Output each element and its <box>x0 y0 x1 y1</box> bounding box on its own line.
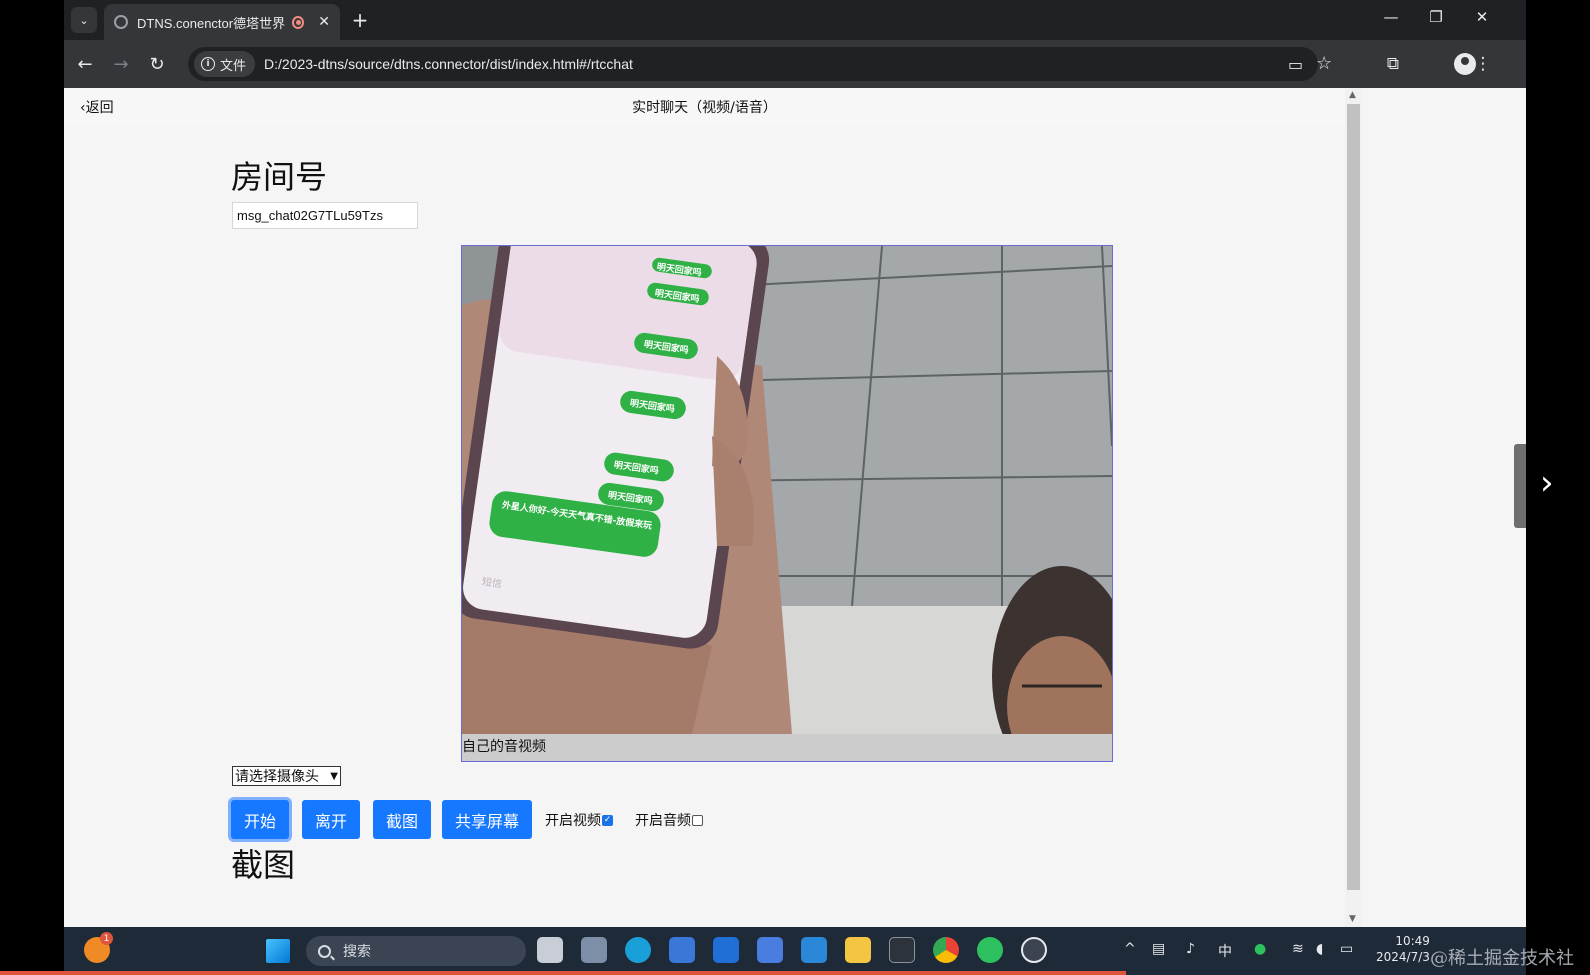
chrome-icon[interactable] <box>933 937 959 963</box>
bookmark-star-icon[interactable]: ☆ <box>1316 53 1332 74</box>
scroll-down-icon[interactable]: ▼ <box>1349 914 1356 924</box>
screenshot-heading: 截图 <box>231 846 296 884</box>
address-bar[interactable]: i 文件 D:/2023-dtns/source/dtns.connector/… <box>188 47 1332 81</box>
audio-checkbox[interactable] <box>692 814 703 826</box>
taskbar-clock[interactable]: 10:49 2024/7/3 <box>1376 933 1430 965</box>
wifi-icon[interactable]: ≋ <box>1292 941 1304 957</box>
info-icon: i <box>201 57 215 71</box>
side-panel-handle[interactable] <box>1514 444 1526 528</box>
menu-kebab-icon[interactable]: ⋮ <box>1470 51 1496 77</box>
site-info-chip[interactable]: i 文件 <box>194 51 256 77</box>
chevron-down-icon: ▼ <box>330 770 338 782</box>
tray-overflow-icon[interactable]: ^ <box>1124 941 1136 957</box>
extensions-icon[interactable]: ⧉ <box>1380 51 1406 77</box>
camera-select-value: 请选择摄像头 <box>235 769 319 785</box>
globe-icon <box>114 15 128 29</box>
forward-button[interactable]: → <box>108 51 134 77</box>
tab-active[interactable]: DTNS.conenctor德塔世界 ✕ <box>104 4 340 40</box>
audio-toggle-label: 开启音频 <box>635 813 691 829</box>
video-checkbox[interactable]: ✓ <box>602 814 613 826</box>
page-viewport: ‹返回 实时聊天（视频/语音） 房间号 msg_chat02G7TLu59Tzs… <box>64 88 1526 927</box>
notification-app-icon[interactable]: 1 <box>84 932 113 963</box>
recording-icon <box>291 15 305 29</box>
local-video-stream: 明天回家吗 明天回家吗 明天回家吗 明天回家吗 明天回家吗 明天回家吗 外星人你… <box>462 246 1112 734</box>
room-number-heading: 房间号 <box>231 158 328 196</box>
terminal-blue-icon[interactable] <box>669 937 695 963</box>
control-panel-icon[interactable] <box>581 937 607 963</box>
new-tab-button[interactable]: + <box>348 8 372 32</box>
volume-icon[interactable]: ◖ <box>1316 941 1323 957</box>
edge-browser-icon[interactable] <box>625 937 651 963</box>
taskbar-search-placeholder: 搜索 <box>343 944 371 960</box>
page-title: 实时聊天（视频/语音） <box>632 100 777 116</box>
notification-badge: 1 <box>100 932 113 945</box>
watermark-text: @稀土掘金技术社区 <box>1430 948 1574 975</box>
microphone-icon[interactable]: ♪ <box>1186 941 1195 957</box>
battery-icon[interactable]: ▭ <box>1340 941 1353 957</box>
vscode-icon[interactable] <box>801 937 827 963</box>
ime-indicator[interactable]: 中 <box>1218 941 1232 961</box>
local-video-panel: 明天回家吗 明天回家吗 明天回家吗 明天回家吗 明天回家吗 明天回家吗 外星人你… <box>461 245 1113 762</box>
screenshot-button[interactable]: 截图 <box>373 800 431 839</box>
close-window-button[interactable]: ✕ <box>1470 8 1494 26</box>
close-tab-icon[interactable]: ✕ <box>318 14 330 30</box>
taskbar-search[interactable]: 搜索 <box>306 936 526 966</box>
browser-window: ⌄ DTNS.conenctor德塔世界 ✕ + — ❐ ✕ ← → ↻ i 文… <box>64 0 1526 927</box>
camera-in-use-icon[interactable]: ▭ <box>1288 55 1303 74</box>
start-button[interactable]: 开始 <box>231 800 289 839</box>
share-screen-button[interactable]: 共享屏幕 <box>442 800 532 839</box>
room-number-input[interactable] <box>232 202 418 229</box>
browser-toolbar: ← → ↻ i 文件 D:/2023-dtns/source/dtns.conn… <box>64 40 1526 88</box>
task-view-icon[interactable] <box>537 937 563 963</box>
video-toggle[interactable]: 开启视频 ✓ <box>545 810 613 830</box>
windows-taskbar: 1 搜索 ^ ▤ ♪ 中 ● ≋ ◖ ▭ 10:49 2024/7/3 <box>0 927 1526 975</box>
tab-search-button[interactable]: ⌄ <box>71 7 97 33</box>
windows-start-icon[interactable] <box>266 939 290 963</box>
leave-button[interactable]: 离开 <box>302 800 360 839</box>
url-text[interactable]: D:/2023-dtns/source/dtns.connector/dist/… <box>264 56 633 72</box>
video-frame-image: 明天回家吗 明天回家吗 明天回家吗 明天回家吗 明天回家吗 明天回家吗 外星人你… <box>462 246 1112 734</box>
app-bird-icon[interactable] <box>757 937 783 963</box>
reload-button[interactable]: ↻ <box>144 51 170 77</box>
clock-date: 2024/7/3 <box>1376 950 1430 964</box>
video-toggle-label: 开启视频 <box>545 813 601 829</box>
camera-select[interactable]: 请选择摄像头 ▼ <box>232 766 341 786</box>
page-scrollbar[interactable]: ▲ ▼ <box>1345 88 1362 927</box>
site-info-label: 文件 <box>220 58 247 74</box>
restore-button[interactable]: ❐ <box>1424 8 1448 26</box>
tray-green-icon[interactable]: ● <box>1254 941 1266 957</box>
video-caption: 自己的音视频 <box>462 739 546 755</box>
minimize-button[interactable]: — <box>1379 8 1403 26</box>
scroll-thumb[interactable] <box>1347 104 1360 890</box>
obs-recorder-icon[interactable] <box>1021 937 1047 963</box>
tray-app-icon[interactable]: ▤ <box>1152 941 1165 957</box>
tab-title: DTNS.conenctor德塔世界 <box>137 15 286 31</box>
recording-progress-bar <box>0 971 1126 975</box>
scroll-up-icon[interactable]: ▲ <box>1349 90 1356 100</box>
page-header: ‹返回 实时聊天（视频/语音） <box>64 88 1345 126</box>
search-icon <box>318 944 331 958</box>
desktop: ⌄ DTNS.conenctor德塔世界 ✕ + — ❐ ✕ ← → ↻ i 文… <box>0 0 1590 975</box>
back-button[interactable]: ← <box>72 51 98 77</box>
app-u-icon[interactable] <box>713 937 739 963</box>
command-prompt-icon[interactable] <box>889 937 915 963</box>
audio-toggle[interactable]: 开启音频 <box>635 810 703 830</box>
clock-time: 10:49 <box>1395 934 1430 948</box>
chevron-right-icon[interactable]: › <box>1540 463 1554 503</box>
wechat-icon[interactable] <box>977 937 1003 963</box>
tab-strip: ⌄ DTNS.conenctor德塔世界 ✕ + — ❐ ✕ <box>64 0 1526 40</box>
file-explorer-icon[interactable] <box>845 937 871 963</box>
